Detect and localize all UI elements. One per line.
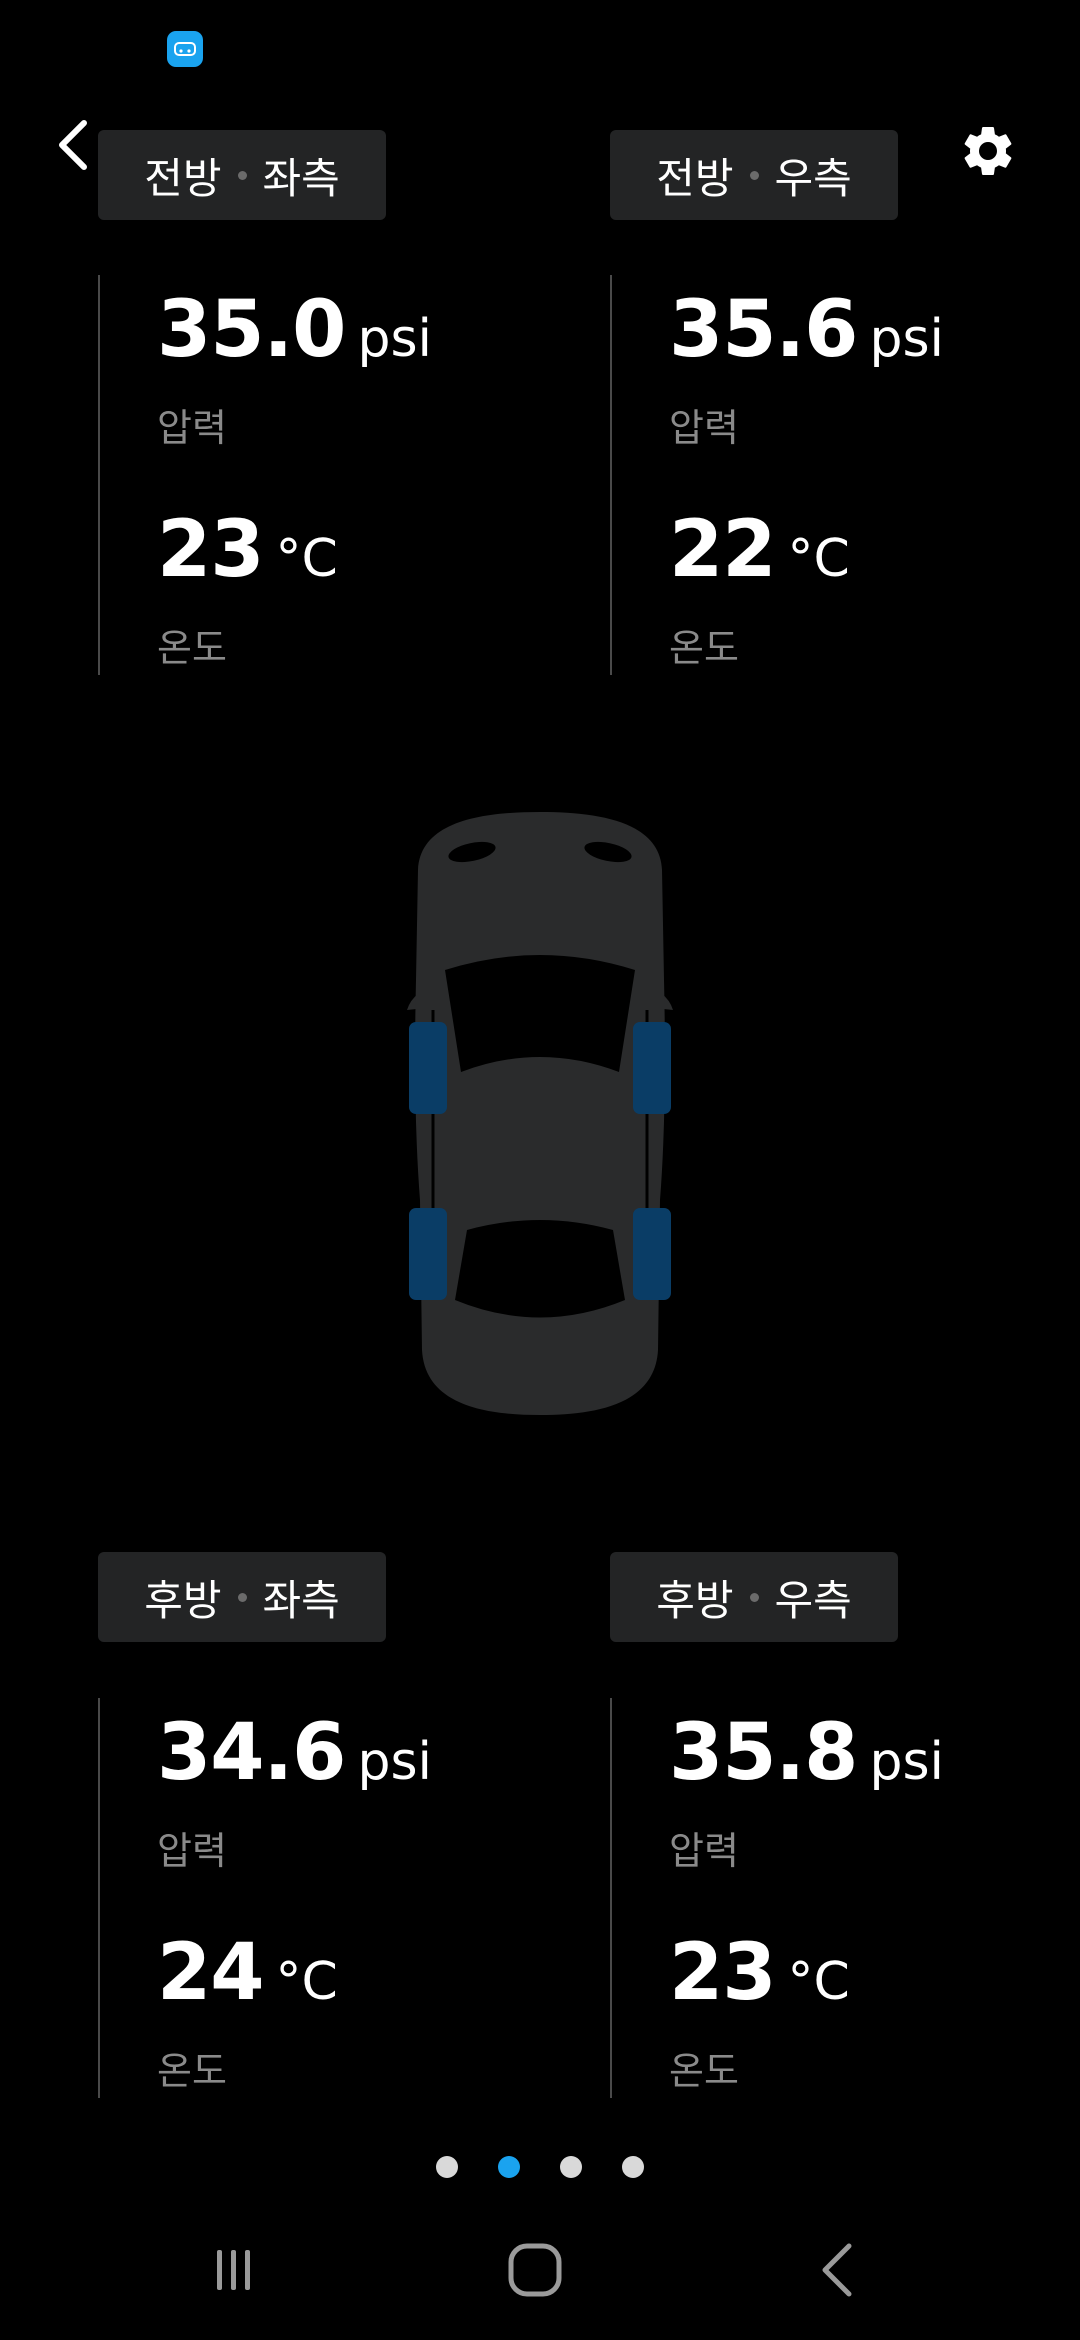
rear-left-temp-caption: 온도: [157, 2049, 227, 2093]
front-left-temp-row: 23 °C: [157, 505, 338, 595]
front-right-temp-value: 22: [669, 505, 777, 595]
chevron-left-icon: [59, 120, 87, 170]
rear-left-pressure-caption: 압력: [157, 1829, 227, 1873]
rear-right-temp-caption: 온도: [669, 2049, 739, 2093]
recent-apps-button[interactable]: [189, 2240, 279, 2300]
front-right-position-a: 전방: [656, 153, 734, 203]
front-right-position-b: 우측: [774, 153, 852, 203]
front-left-position-b: 좌측: [262, 153, 340, 203]
page-indicator: [0, 2156, 1080, 2186]
front-left-pressure-value: 35.0: [157, 285, 346, 375]
front-left-label: 전방 좌측: [98, 130, 386, 220]
front-right-pressure-unit: psi: [869, 309, 944, 369]
rear-right-position-a: 후방: [656, 1575, 734, 1625]
rear-right-temp-value: 23: [669, 1928, 777, 2018]
back-nav-icon: [822, 2243, 852, 2297]
rear-left-position-b: 좌측: [262, 1575, 340, 1625]
front-right-temp-row: 22 °C: [669, 505, 850, 595]
system-back-button[interactable]: [793, 2240, 883, 2300]
rear-right-position-b: 우측: [774, 1575, 852, 1625]
front-left-pressure-row: 35.0 psi: [157, 285, 432, 375]
front-left-position-a: 전방: [144, 153, 222, 203]
car-top-view-illustration: [385, 810, 695, 1420]
back-button[interactable]: [42, 110, 102, 180]
separator-dot: [237, 170, 247, 180]
front-right-temp-caption: 온도: [669, 626, 739, 670]
rear-left-temp-row: 24 °C: [157, 1928, 338, 2018]
front-left-temp-unit: °C: [275, 529, 338, 589]
rear-left-readings: 34.6 psi 압력 24 °C 온도: [98, 1698, 500, 2098]
rear-left-label: 후방 좌측: [98, 1552, 386, 1642]
front-left-tire: [409, 1022, 447, 1114]
rear-left-pressure-row: 34.6 psi: [157, 1708, 432, 1798]
rear-right-pressure-caption: 압력: [669, 1829, 739, 1873]
separator-dot: [749, 170, 759, 180]
front-right-pressure-caption: 압력: [669, 406, 739, 450]
page-dot-4[interactable]: [622, 2156, 644, 2178]
front-left-pressure-unit: psi: [357, 309, 432, 369]
rear-left-temp-value: 24: [157, 1928, 265, 2018]
page-dot-2[interactable]: [498, 2156, 520, 2178]
front-right-label: 전방 우측: [610, 130, 898, 220]
rear-left-position-a: 후방: [144, 1575, 222, 1625]
front-left-temp-caption: 온도: [157, 626, 227, 670]
page-dot-1[interactable]: [436, 2156, 458, 2178]
front-right-temp-unit: °C: [787, 529, 850, 589]
rear-right-pressure-row: 35.8 psi: [669, 1708, 944, 1798]
rear-left-pressure-value: 34.6: [157, 1708, 346, 1798]
front-left-temp-value: 23: [157, 505, 265, 595]
home-button[interactable]: [490, 2240, 580, 2300]
front-right-tire: [633, 1022, 671, 1114]
status-car-app-icon: [167, 31, 203, 67]
home-icon: [508, 2243, 562, 2297]
separator-dot: [237, 1592, 247, 1602]
rear-right-tire: [633, 1208, 671, 1300]
front-right-pressure-row: 35.6 psi: [669, 285, 944, 375]
front-left-readings: 35.0 psi 압력 23 °C 온도: [98, 275, 500, 675]
recent-apps-icon: [217, 2250, 250, 2290]
rear-right-readings: 35.8 psi 압력 23 °C 온도: [610, 1698, 1012, 2098]
front-right-readings: 35.6 psi 압력 22 °C 온도: [610, 275, 1012, 675]
rear-right-label: 후방 우측: [610, 1552, 898, 1642]
separator-dot: [749, 1592, 759, 1602]
front-left-pressure-caption: 압력: [157, 406, 227, 450]
rear-left-tire: [409, 1208, 447, 1300]
rear-right-pressure-value: 35.8: [669, 1708, 858, 1798]
rear-right-temp-row: 23 °C: [669, 1928, 850, 2018]
settings-button[interactable]: [955, 118, 1021, 184]
rear-right-pressure-unit: psi: [869, 1732, 944, 1792]
rear-right-temp-unit: °C: [787, 1952, 850, 2012]
gear-icon: [964, 126, 1012, 175]
rear-left-temp-unit: °C: [275, 1952, 338, 2012]
rear-left-pressure-unit: psi: [357, 1732, 432, 1792]
page-dot-3[interactable]: [560, 2156, 582, 2178]
front-right-pressure-value: 35.6: [669, 285, 858, 375]
